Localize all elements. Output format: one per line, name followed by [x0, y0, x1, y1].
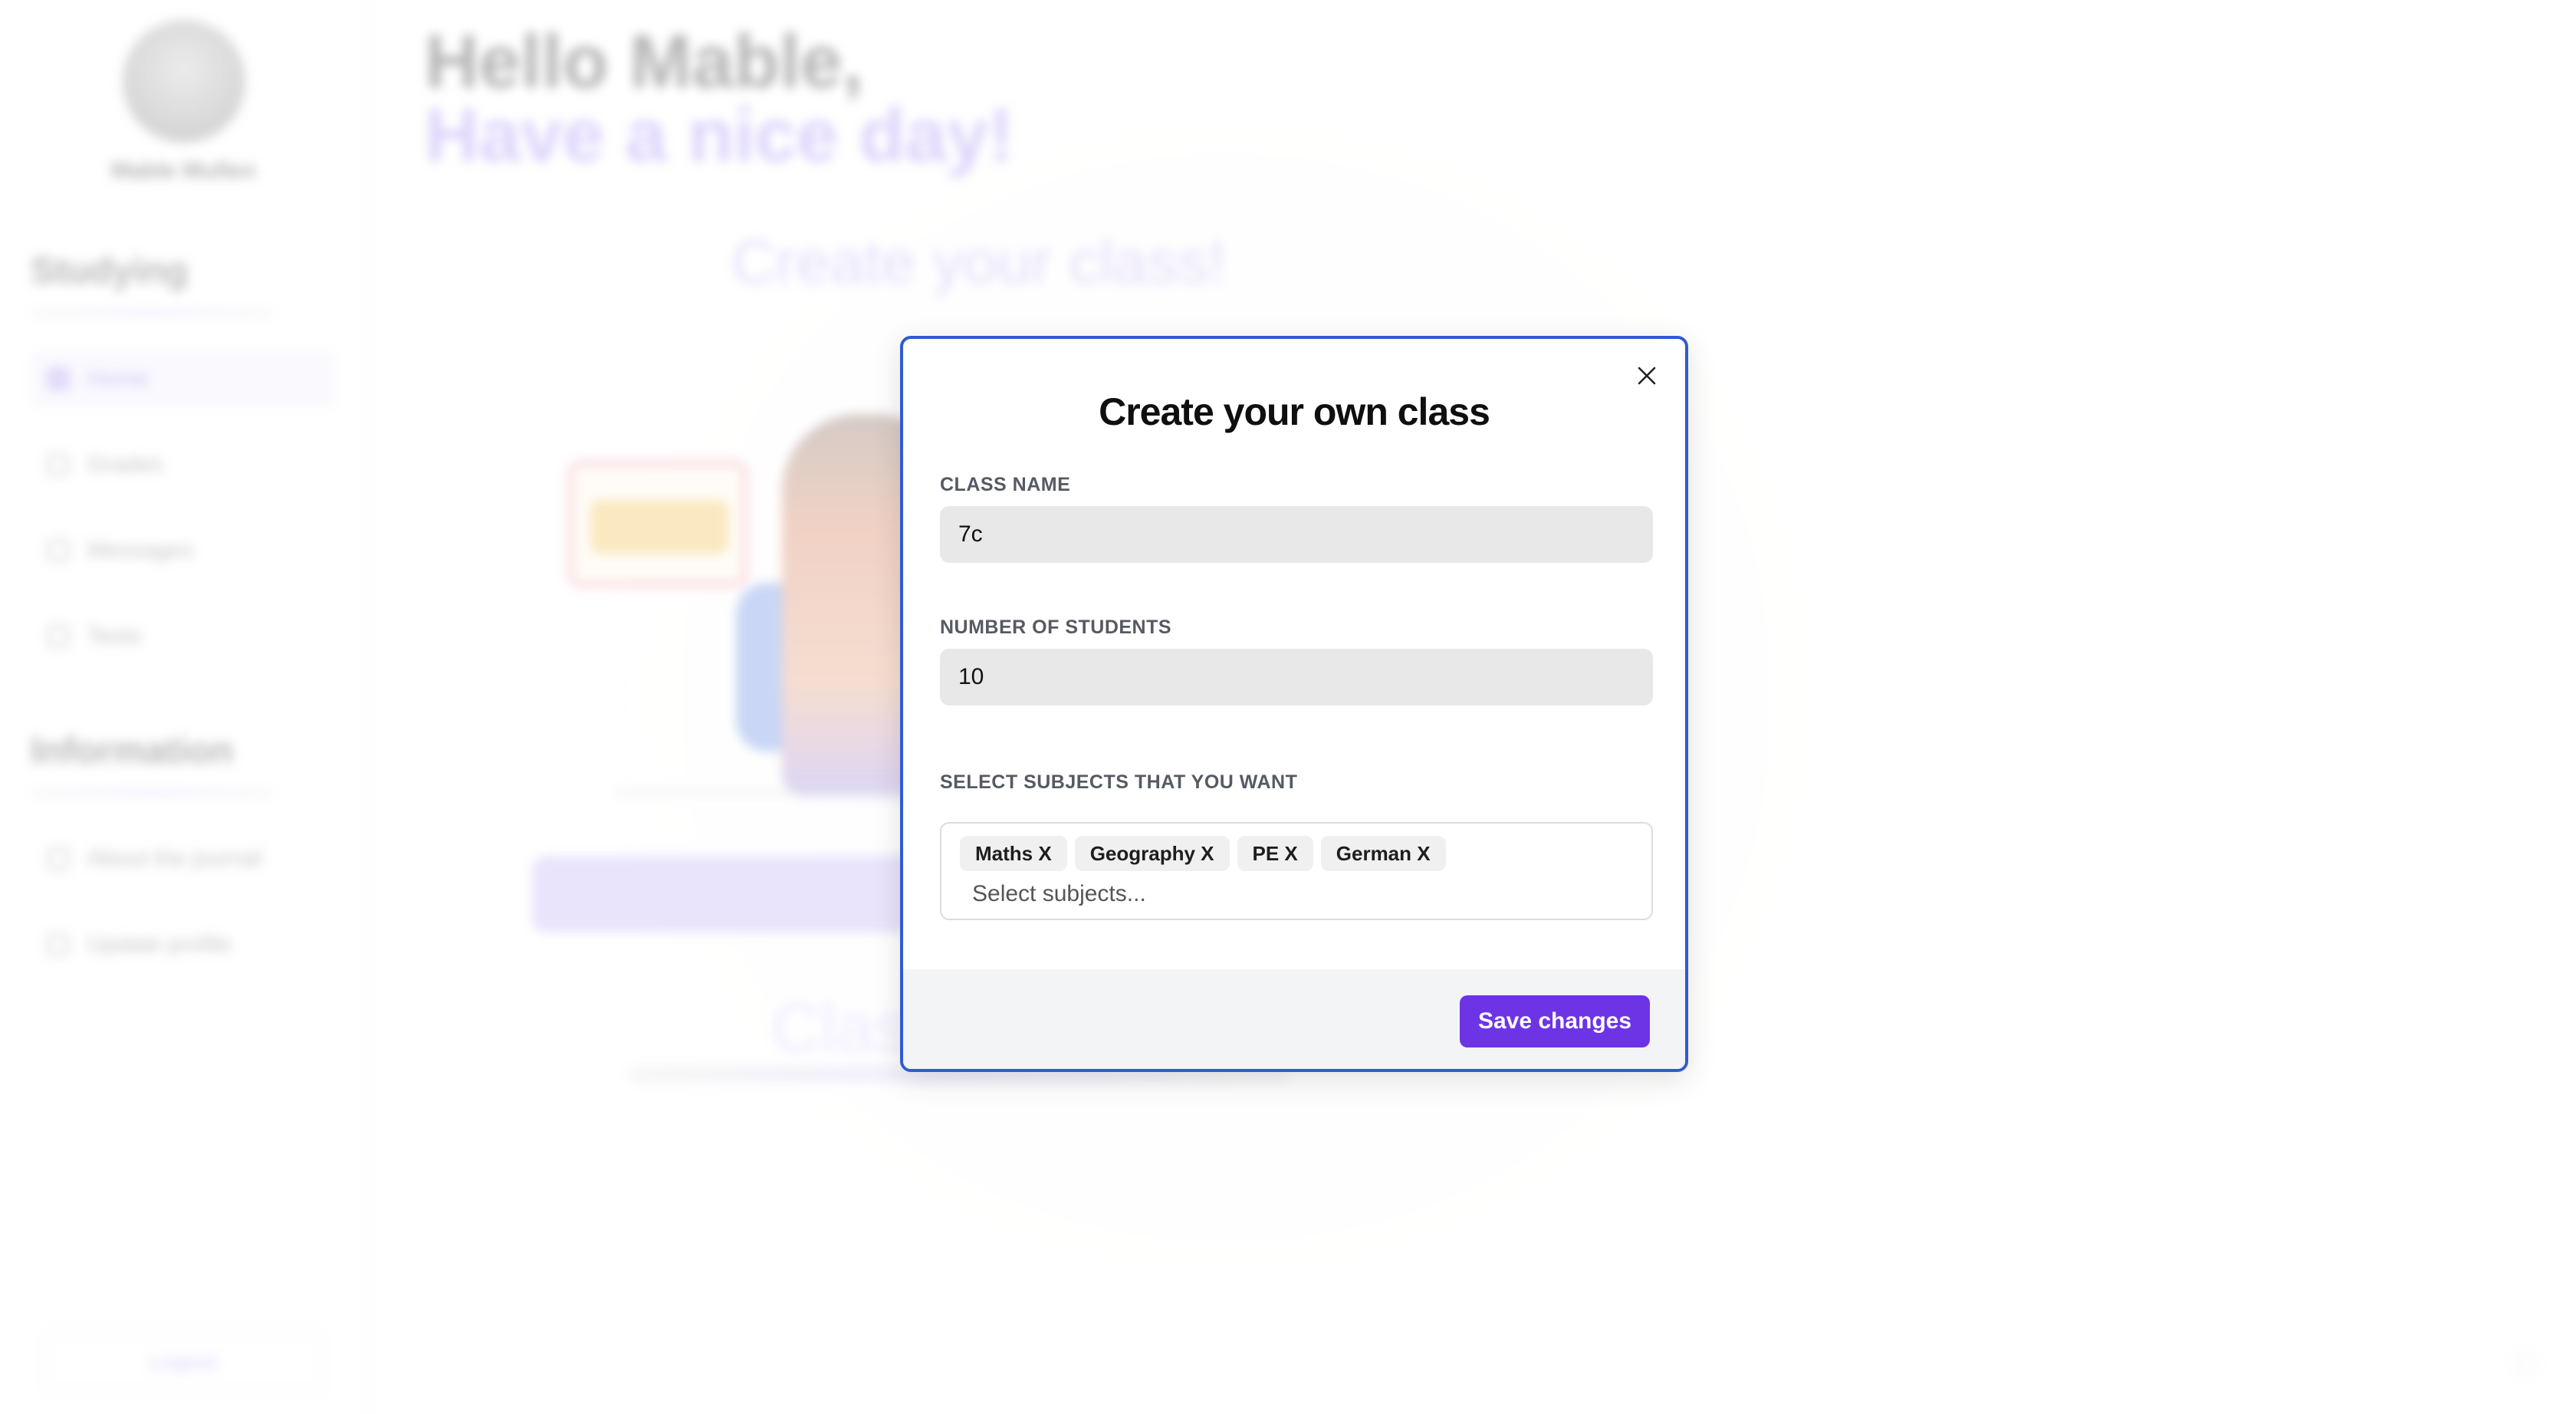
subject-tag-geography[interactable]: Geography X	[1074, 836, 1230, 871]
close-button[interactable]	[1631, 360, 1662, 391]
class-name-input[interactable]	[940, 506, 1653, 563]
save-changes-button[interactable]: Save changes	[1460, 995, 1650, 1047]
create-class-modal: Create your own class CLASS NAME NUMBER …	[900, 336, 1688, 1072]
subject-tag-german[interactable]: German X	[1320, 836, 1446, 871]
modal-title: Create your own class	[1099, 390, 1490, 433]
subject-tag-pe[interactable]: PE X	[1237, 836, 1313, 871]
subjects-search-input[interactable]	[972, 879, 1631, 909]
num-students-input[interactable]	[940, 649, 1653, 705]
num-students-label: NUMBER OF STUDENTS	[940, 617, 1172, 638]
subject-tag-maths[interactable]: Maths X	[960, 836, 1067, 871]
modal-footer: Save changes	[903, 969, 1685, 1069]
subjects-label: SELECT SUBJECTS THAT YOU WANT	[940, 771, 1298, 793]
close-icon	[1638, 367, 1656, 385]
class-name-label: CLASS NAME	[940, 474, 1071, 495]
selected-subjects: Maths X Geography X PE X German X	[960, 836, 1446, 871]
subjects-multiselect[interactable]: Maths X Geography X PE X German X	[940, 822, 1653, 920]
